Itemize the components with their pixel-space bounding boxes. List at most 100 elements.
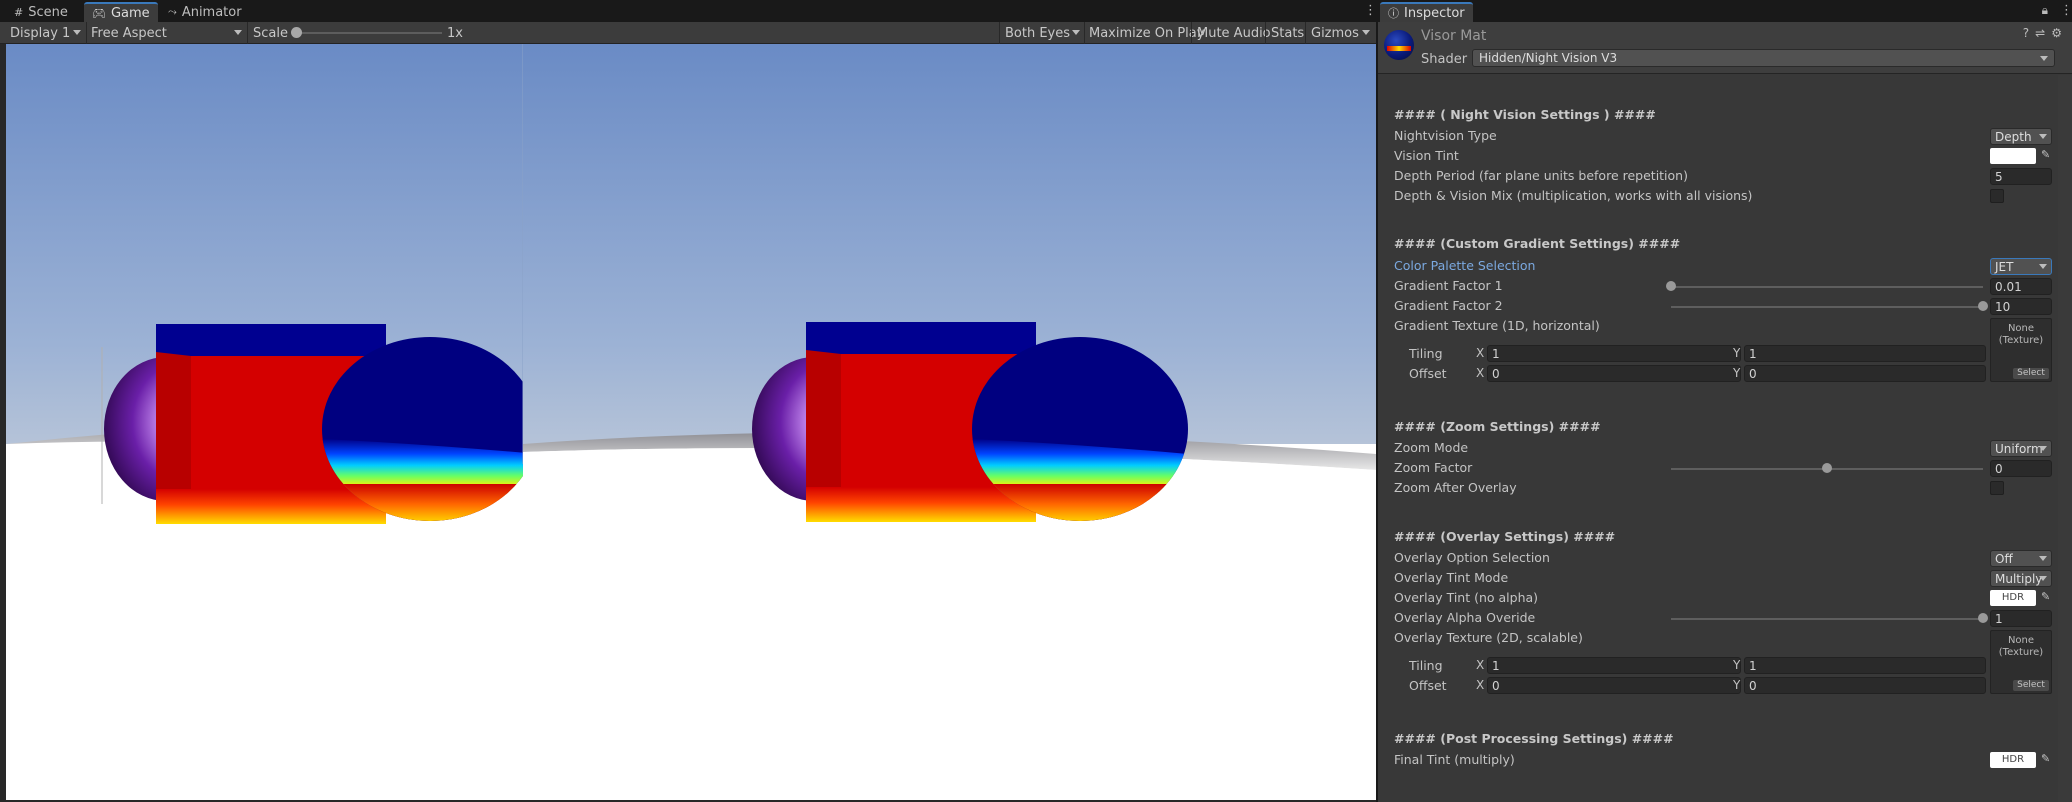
inspector-scrollbar[interactable] (2058, 75, 2072, 802)
nightvision-type-dropdown[interactable]: Depth (1990, 128, 2052, 145)
section-gradient-title: #### (Custom Gradient Settings) #### (1394, 236, 1681, 251)
material-header: Visor Mat ? ⇌ ⚙ Shader Hidden/Night Visi… (1378, 22, 2072, 74)
section-post-title: #### (Post Processing Settings) #### (1394, 731, 1674, 746)
gradient-offset-label: Offset (1409, 366, 1447, 381)
inspector-panel: ⓘ Inspector 🔒︎ ⋮ Visor Mat ? ⇌ ⚙ Shader … (1378, 0, 2072, 802)
overlay-tint-mode-dropdown[interactable]: Multiply (1990, 570, 2052, 587)
gamepad-icon: 🎮︎ (92, 6, 106, 20)
help-icon[interactable]: ? (2023, 26, 2029, 40)
overlay-option-dropdown[interactable]: Off (1990, 550, 2052, 567)
display-dropdown[interactable]: Display 1 (5, 22, 85, 44)
section-overlay-title: #### (Overlay Settings) #### (1394, 529, 1616, 544)
chevron-down-icon (2039, 134, 2047, 139)
depth-period-field[interactable]: 5 (1990, 168, 2052, 185)
overlay-tiling-y-field[interactable]: 1 (1744, 657, 1986, 674)
gizmos-dropdown[interactable]: Gizmos (1306, 22, 1373, 44)
overlay-alpha-slider[interactable] (1671, 618, 1983, 620)
zoom-factor-field[interactable]: 0 (1990, 460, 2052, 477)
material-name: Visor Mat (1421, 28, 1487, 44)
shader-label: Shader (1421, 52, 1468, 67)
vision-tint-label: Vision Tint (1394, 148, 1459, 163)
gradient-texture-label: Gradient Texture (1D, horizontal) (1394, 318, 1600, 333)
overlay-texture-label: Overlay Texture (2D, scalable) (1394, 630, 1583, 645)
scale-slider-thumb[interactable] (291, 27, 302, 38)
scale-slider[interactable] (296, 32, 442, 34)
stats-toggle[interactable]: Stats (1266, 22, 1309, 44)
grid-icon: # (14, 5, 24, 19)
overlay-tint-color-field[interactable]: HDR (1990, 590, 2036, 606)
zoom-factor-label: Zoom Factor (1394, 460, 1473, 475)
tab-inspector[interactable]: ⓘ Inspector (1380, 2, 1473, 22)
gradient-factor-2-field[interactable]: 10 (1990, 298, 2052, 315)
depth-vision-mix-label: Depth & Vision Mix (multiplication, work… (1394, 188, 1753, 203)
vision-tint-color-field[interactable] (1990, 148, 2036, 164)
overlay-alpha-thumb[interactable] (1978, 613, 1988, 623)
chevron-down-icon (2039, 264, 2047, 269)
eyedropper-icon[interactable]: ✎ (2041, 148, 2053, 162)
zoom-mode-dropdown[interactable]: Uniform (1990, 440, 2052, 457)
gear-icon[interactable]: ⚙ (2051, 26, 2062, 40)
overlay-texture-select-button[interactable]: Select (2013, 680, 2049, 691)
gradient-texture-select-button[interactable]: Select (2013, 368, 2049, 379)
game-window: # Scene 🎮︎ Game ⤳ Animator ⋮ Display 1 F… (0, 0, 1377, 802)
chevron-down-icon (73, 30, 81, 35)
gradient-factor-2-slider[interactable] (1671, 306, 1983, 308)
depth-period-label: Depth Period (far plane units before rep… (1394, 168, 1688, 183)
gradient-factor-1-label: Gradient Factor 1 (1394, 278, 1503, 293)
zoom-factor-thumb[interactable] (1822, 463, 1832, 473)
final-tint-label: Final Tint (multiply) (1394, 752, 1515, 767)
overlay-tint-label: Overlay Tint (no alpha) (1394, 590, 1539, 605)
gradient-tiling-x-field[interactable]: 1 (1487, 345, 1741, 362)
game-tabbar: # Scene 🎮︎ Game ⤳ Animator ⋮ (0, 0, 1377, 22)
game-toolbar: Display 1 Free Aspect Scale 1x Both Eyes… (0, 22, 1376, 44)
eyedropper-icon[interactable]: ✎ (2041, 590, 2053, 604)
gradient-texture-slot[interactable]: None (Texture) Select (1990, 318, 2052, 382)
gradient-offset-y-field[interactable]: 0 (1744, 365, 1986, 382)
preset-icon[interactable]: ⇌ (2035, 26, 2045, 40)
final-tint-color-field[interactable]: HDR (1990, 752, 2036, 768)
lock-icon[interactable]: 🔒︎ (2042, 3, 2048, 18)
gradient-offset-x-field[interactable]: 0 (1487, 365, 1741, 382)
more-options-icon[interactable]: ⋮ (2060, 4, 2072, 18)
overlay-offset-x-field[interactable]: 0 (1487, 677, 1741, 694)
gradient-tiling-label: Tiling (1409, 346, 1443, 361)
chevron-down-icon (1362, 30, 1370, 35)
tab-animator[interactable]: ⤳ Animator (160, 2, 250, 22)
overlay-texture-slot[interactable]: None (Texture) Select (1990, 630, 2052, 694)
gradient-factor-2-thumb[interactable] (1978, 301, 1988, 311)
overlay-option-label: Overlay Option Selection (1394, 550, 1550, 565)
eyes-dropdown[interactable]: Both Eyes (1000, 22, 1084, 44)
inspector-tabbar: ⓘ Inspector 🔒︎ ⋮ (1378, 0, 2072, 22)
gradient-factor-1-slider[interactable] (1671, 286, 1983, 288)
color-palette-dropdown[interactable]: JET (1990, 258, 2052, 275)
gradient-factor-1-thumb[interactable] (1666, 281, 1676, 291)
shader-dropdown[interactable]: Hidden/Night Vision V3 (1472, 49, 2055, 67)
section-zoom-title: #### (Zoom Settings) #### (1394, 419, 1601, 434)
chevron-down-icon (2040, 56, 2048, 61)
tab-game[interactable]: 🎮︎ Game (84, 2, 158, 22)
nightvision-type-label: Nightvision Type (1394, 128, 1497, 143)
overlay-alpha-field[interactable]: 1 (1990, 610, 2052, 627)
inspector-body: #### ( Night Vision Settings ) #### Nigh… (1378, 75, 2072, 802)
eyedropper-icon[interactable]: ✎ (2041, 752, 2053, 766)
tab-scene[interactable]: # Scene (6, 2, 76, 22)
gradient-factor-1-field[interactable]: 0.01 (1990, 278, 2052, 295)
material-preview-icon (1384, 30, 1414, 60)
color-palette-label: Color Palette Selection (1394, 258, 1536, 273)
chevron-down-icon (2039, 576, 2047, 581)
more-options-icon[interactable]: ⋮ (1364, 4, 1377, 18)
zoom-after-overlay-checkbox[interactable] (1990, 481, 2004, 495)
mute-audio-toggle[interactable]: Mute Audio (1192, 22, 1276, 44)
aspect-dropdown[interactable]: Free Aspect (86, 22, 246, 44)
gradient-tiling-y-field[interactable]: 1 (1744, 345, 1986, 362)
zoom-mode-label: Zoom Mode (1394, 440, 1469, 455)
right-eye-view (523, 44, 1376, 800)
depth-vision-mix-checkbox[interactable] (1990, 189, 2004, 203)
section-night-vision-title: #### ( Night Vision Settings ) #### (1394, 107, 1656, 122)
scale-value: 1x (447, 25, 463, 41)
left-eye-view (6, 44, 538, 800)
game-viewport[interactable] (6, 44, 1376, 800)
overlay-tiling-x-field[interactable]: 1 (1487, 657, 1741, 674)
animator-icon: ⤳ (168, 5, 177, 18)
overlay-offset-y-field[interactable]: 0 (1744, 677, 1986, 694)
